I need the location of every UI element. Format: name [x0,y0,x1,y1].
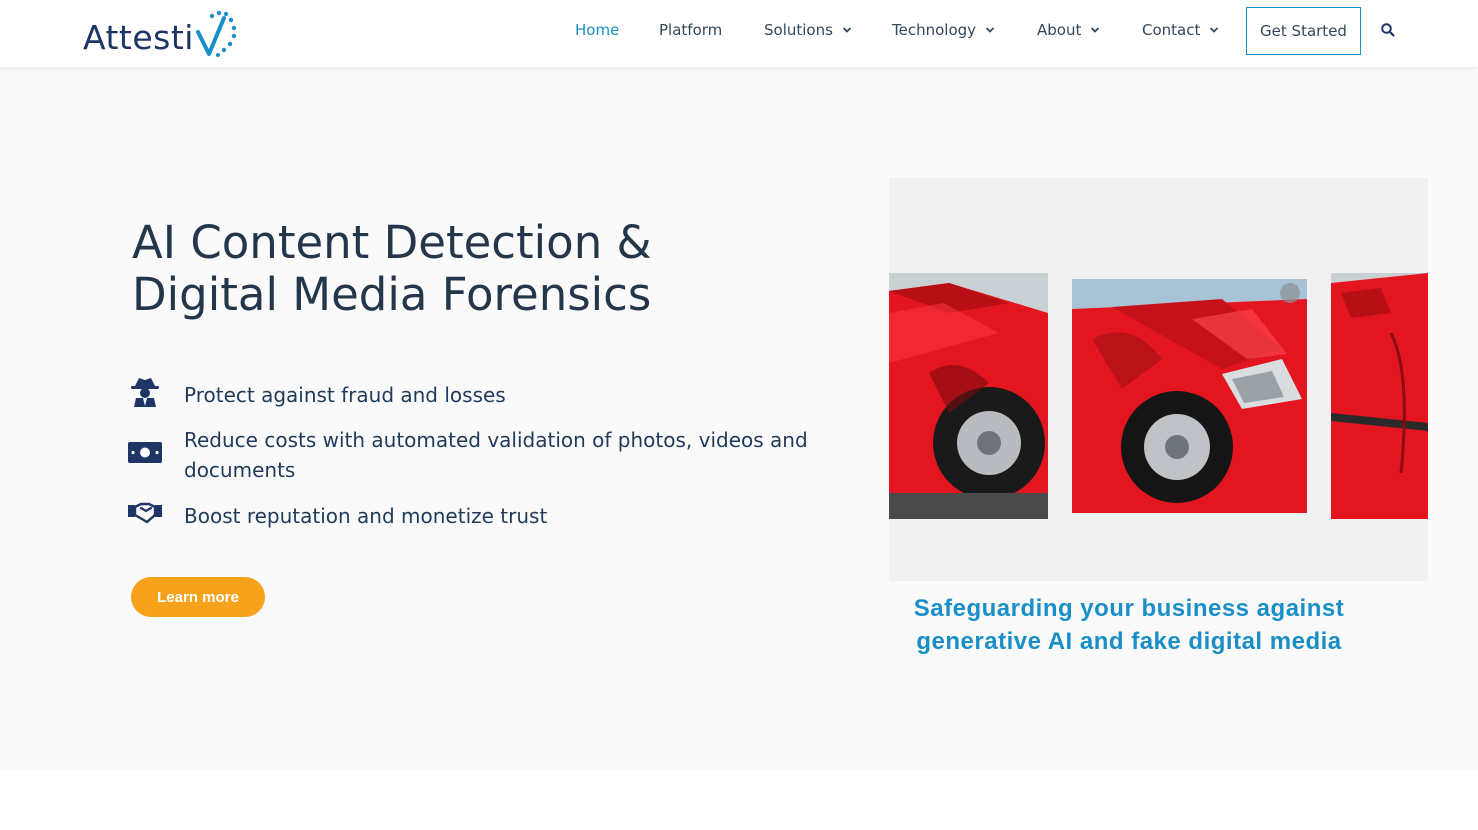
nav-contact-label: Contact [1142,21,1201,39]
search-icon[interactable] [1380,22,1396,38]
nav-about-label: About [1037,21,1082,39]
logo-wordmark: Attesti [83,18,194,57]
headline-line-2: Digital Media Forensics [132,268,652,321]
handshake-icon [128,502,162,524]
damaged-red-car-photo [1331,273,1428,519]
chevron-down-icon [1091,27,1100,33]
attestiv-logo[interactable]: Attesti [83,6,238,58]
logo-v-mark-icon [195,10,237,57]
nav-solutions[interactable]: Solutions [764,21,852,39]
nav-technology[interactable]: Technology [892,21,995,39]
nav-home-label: Home [575,21,620,39]
nav-technology-label: Technology [892,21,977,39]
damaged-red-car-photo [1072,279,1307,513]
banknote-icon [128,442,162,463]
learn-more-label: Learn more [157,588,239,606]
car-photo-left[interactable] [889,273,1048,519]
get-started-label: Get Started [1260,22,1347,40]
damaged-red-car-photo [889,273,1048,519]
site-header: Attesti Home Platform Solutions Technolo… [0,0,1478,67]
feature-item: Protect against fraud and losses [127,376,506,408]
chevron-down-icon [842,27,852,33]
section-divider-band [0,769,1478,830]
feature-text: Boost reputation and monetize trust [184,504,548,528]
hero-headline: AI Content Detection & Digital Media For… [132,217,792,321]
nav-home[interactable]: Home [575,21,619,39]
feature-text: Protect against fraud and losses [184,383,506,407]
nav-about[interactable]: About [1037,21,1100,39]
feature-item: Boost reputation and monetize trust [127,497,547,529]
feature-item: Reduce costs with automated validation o… [127,428,808,482]
nav-contact[interactable]: Contact [1142,21,1219,39]
car-photo-center[interactable] [1072,279,1307,513]
chevron-down-icon [1210,27,1219,33]
headline-line-1: AI Content Detection & [132,216,652,269]
learn-more-button[interactable]: Learn more [131,577,265,617]
chevron-down-icon [985,27,995,33]
nav-platform-label: Platform [659,21,723,39]
get-started-button[interactable]: Get Started [1246,7,1361,55]
nav-platform[interactable]: Platform [659,21,722,39]
nav-solutions-label: Solutions [764,21,833,39]
media-caption: Safeguarding your business against gener… [913,595,1345,655]
car-photo-right[interactable] [1331,273,1428,519]
feature-text: Reduce costs with automated validation o… [184,428,808,482]
spy-icon [131,378,159,407]
media-carousel[interactable] [889,178,1428,581]
